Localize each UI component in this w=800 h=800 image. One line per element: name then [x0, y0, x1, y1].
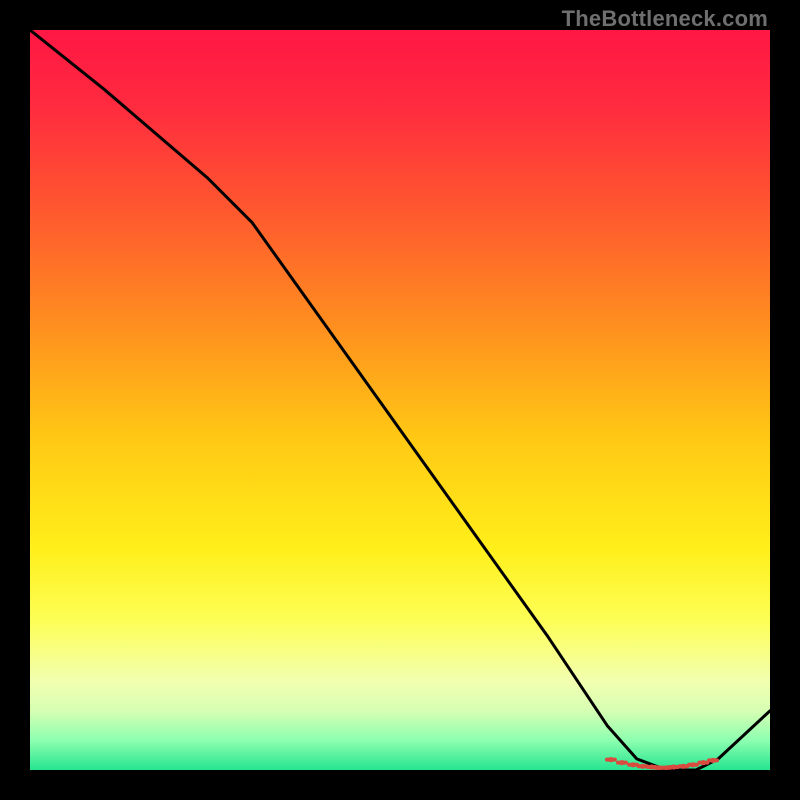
marker-dot — [701, 760, 706, 765]
marker-dot — [631, 762, 636, 767]
marker-dot — [608, 757, 613, 762]
marker-dot — [619, 760, 624, 765]
gradient-background — [30, 30, 770, 770]
chart-frame — [30, 30, 770, 770]
marker-dot — [710, 758, 715, 763]
marker-dot — [671, 764, 676, 769]
watermark-text: TheBottleneck.com — [562, 6, 768, 32]
marker-dot — [690, 762, 695, 767]
bottleneck-chart — [30, 30, 770, 770]
marker-dot — [681, 764, 686, 769]
marker-dot — [640, 764, 645, 769]
